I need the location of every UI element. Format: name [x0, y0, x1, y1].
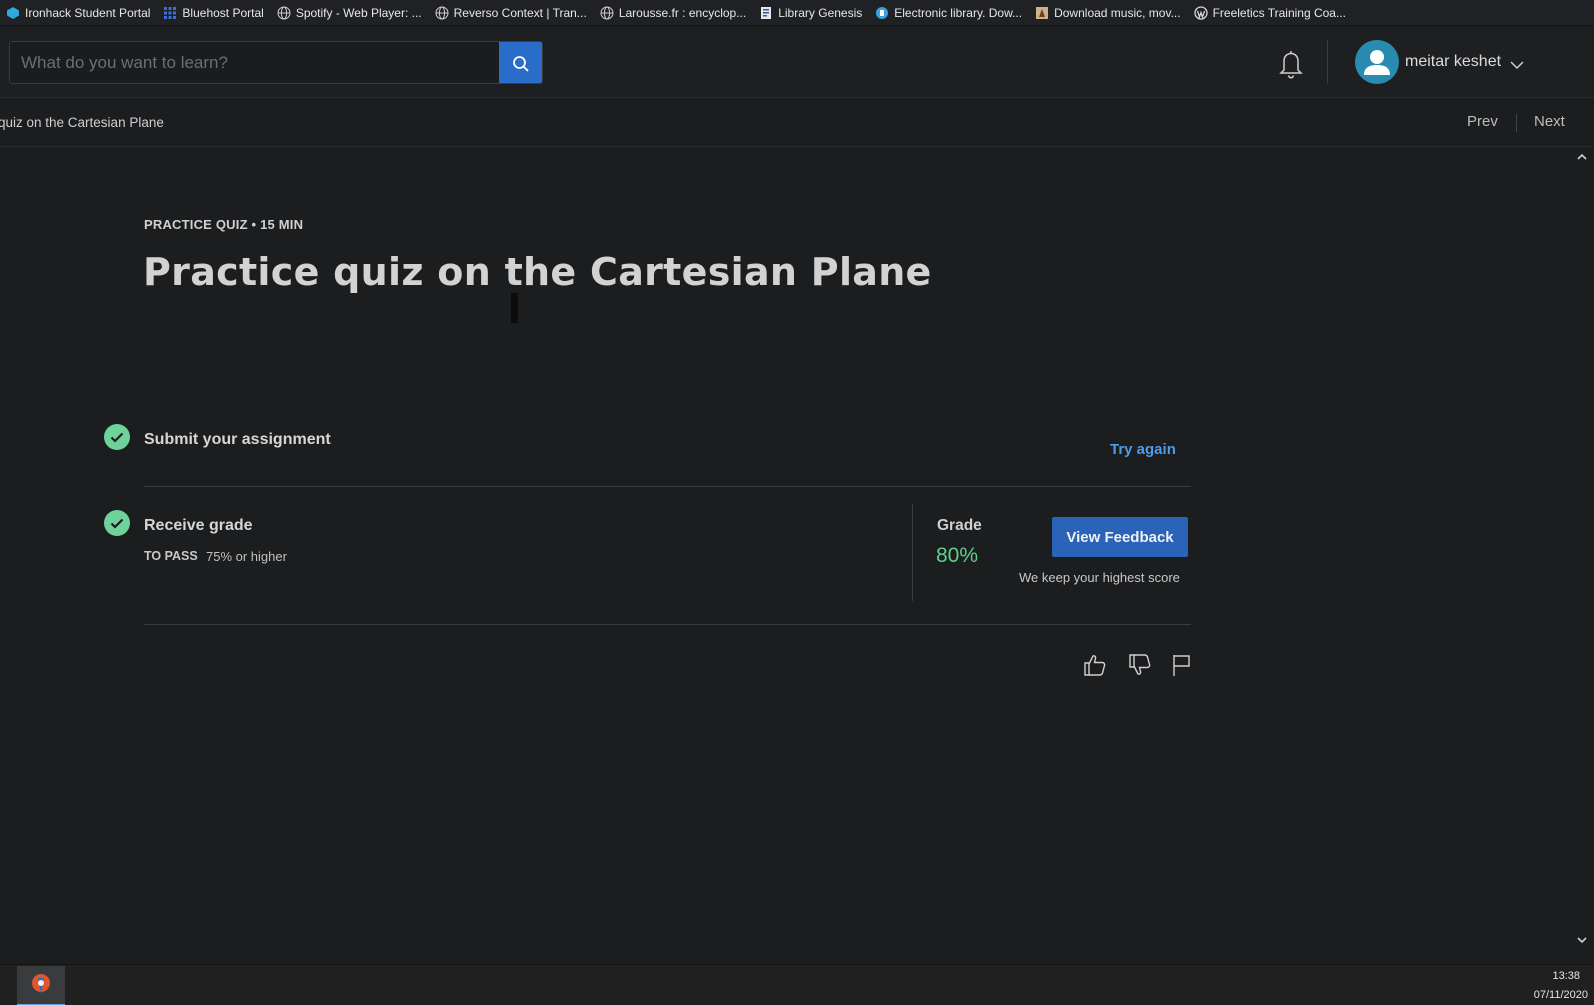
- flag-icon[interactable]: [1169, 652, 1195, 678]
- check-circle-icon: [104, 424, 130, 450]
- scroll-down-icon[interactable]: [1577, 937, 1587, 944]
- search-icon: [512, 55, 529, 72]
- taskbar: 13:38 07/11/2020: [0, 964, 1594, 1005]
- scrollbar[interactable]: [1570, 147, 1594, 964]
- scroll-up-icon[interactable]: [1577, 153, 1587, 160]
- bookmark-spotify[interactable]: Spotify - Web Player: ...: [277, 6, 422, 20]
- header-divider: [1327, 40, 1328, 84]
- taskbar-app-button[interactable]: [17, 966, 65, 1005]
- wordpress-icon: [1193, 5, 1208, 20]
- chevron-down-icon[interactable]: [1510, 57, 1524, 75]
- globe-icon: [600, 6, 614, 20]
- check-circle-icon: [104, 510, 130, 536]
- bookmark-bluehost[interactable]: Bluehost Portal: [163, 6, 264, 20]
- globe-icon: [435, 6, 449, 20]
- receive-grade-label: Receive grade: [144, 517, 253, 534]
- to-pass-value: 75% or higher: [206, 549, 287, 564]
- user-icon: [1364, 50, 1390, 75]
- bookmark-download-music[interactable]: Download music, mov...: [1035, 6, 1181, 20]
- top-header: meitar keshet: [0, 26, 1594, 98]
- to-pass-label: TO PASS: [144, 549, 198, 563]
- item-nav-bar: quiz on the Cartesian Plane Prev Next: [0, 98, 1594, 147]
- avatar[interactable]: [1355, 40, 1399, 84]
- book-icon: [759, 6, 773, 20]
- highest-score-note: We keep your highest score: [1019, 570, 1180, 585]
- section-divider: [144, 486, 1191, 487]
- thumbs-up-icon[interactable]: [1082, 652, 1108, 678]
- username[interactable]: meitar keshet: [1405, 53, 1501, 71]
- view-feedback-button[interactable]: View Feedback: [1052, 517, 1188, 557]
- torrent-icon: [1035, 6, 1049, 20]
- bookmark-zlibrary[interactable]: Electronic library. Dow...: [875, 6, 1022, 20]
- clock-time[interactable]: 13:38: [1552, 970, 1580, 982]
- grade-value: 80%: [936, 544, 979, 567]
- globe-icon: [277, 6, 291, 20]
- notifications-button[interactable]: [1277, 48, 1305, 80]
- bookmarks-bar: Ironhack Student Portal Bluehost Portal …: [0, 0, 1594, 26]
- page-title: Practice quiz on the Cartesian Plane: [143, 250, 932, 294]
- ironhack-icon: [6, 6, 20, 20]
- grade-label: Grade: [937, 517, 982, 534]
- prev-button[interactable]: Prev: [1467, 113, 1498, 130]
- clock-date[interactable]: 07/11/2020: [1534, 989, 1588, 1001]
- bookmark-larousse[interactable]: Larousse.fr : encyclop...: [600, 6, 746, 20]
- search-button[interactable]: [499, 42, 542, 83]
- thumbs-down-icon[interactable]: [1127, 652, 1153, 678]
- bookmark-reverso[interactable]: Reverso Context | Tran...: [435, 6, 587, 20]
- search-input[interactable]: [10, 42, 499, 83]
- nav-divider: [1516, 114, 1517, 132]
- app-icon: [32, 974, 50, 994]
- try-again-link[interactable]: Try again: [1110, 441, 1176, 458]
- section-divider: [144, 624, 1191, 625]
- search-bar: [9, 41, 543, 84]
- quiz-kicker: PRACTICE QUIZ • 15 MIN: [144, 217, 304, 232]
- breadcrumb: quiz on the Cartesian Plane: [0, 115, 164, 130]
- bluehost-grid-icon: [163, 6, 177, 20]
- bookmark-libgen[interactable]: Library Genesis: [759, 6, 862, 20]
- zlibrary-icon: [875, 6, 889, 20]
- text-cursor: [511, 293, 518, 323]
- next-button[interactable]: Next: [1534, 113, 1565, 130]
- bookmark-ironhack[interactable]: Ironhack Student Portal: [6, 6, 150, 20]
- bookmark-freeletics[interactable]: Freeletics Training Coa...: [1193, 5, 1346, 20]
- submit-assignment-label: Submit your assignment: [144, 431, 331, 448]
- grade-divider: [912, 504, 913, 601]
- bell-icon: [1279, 51, 1303, 79]
